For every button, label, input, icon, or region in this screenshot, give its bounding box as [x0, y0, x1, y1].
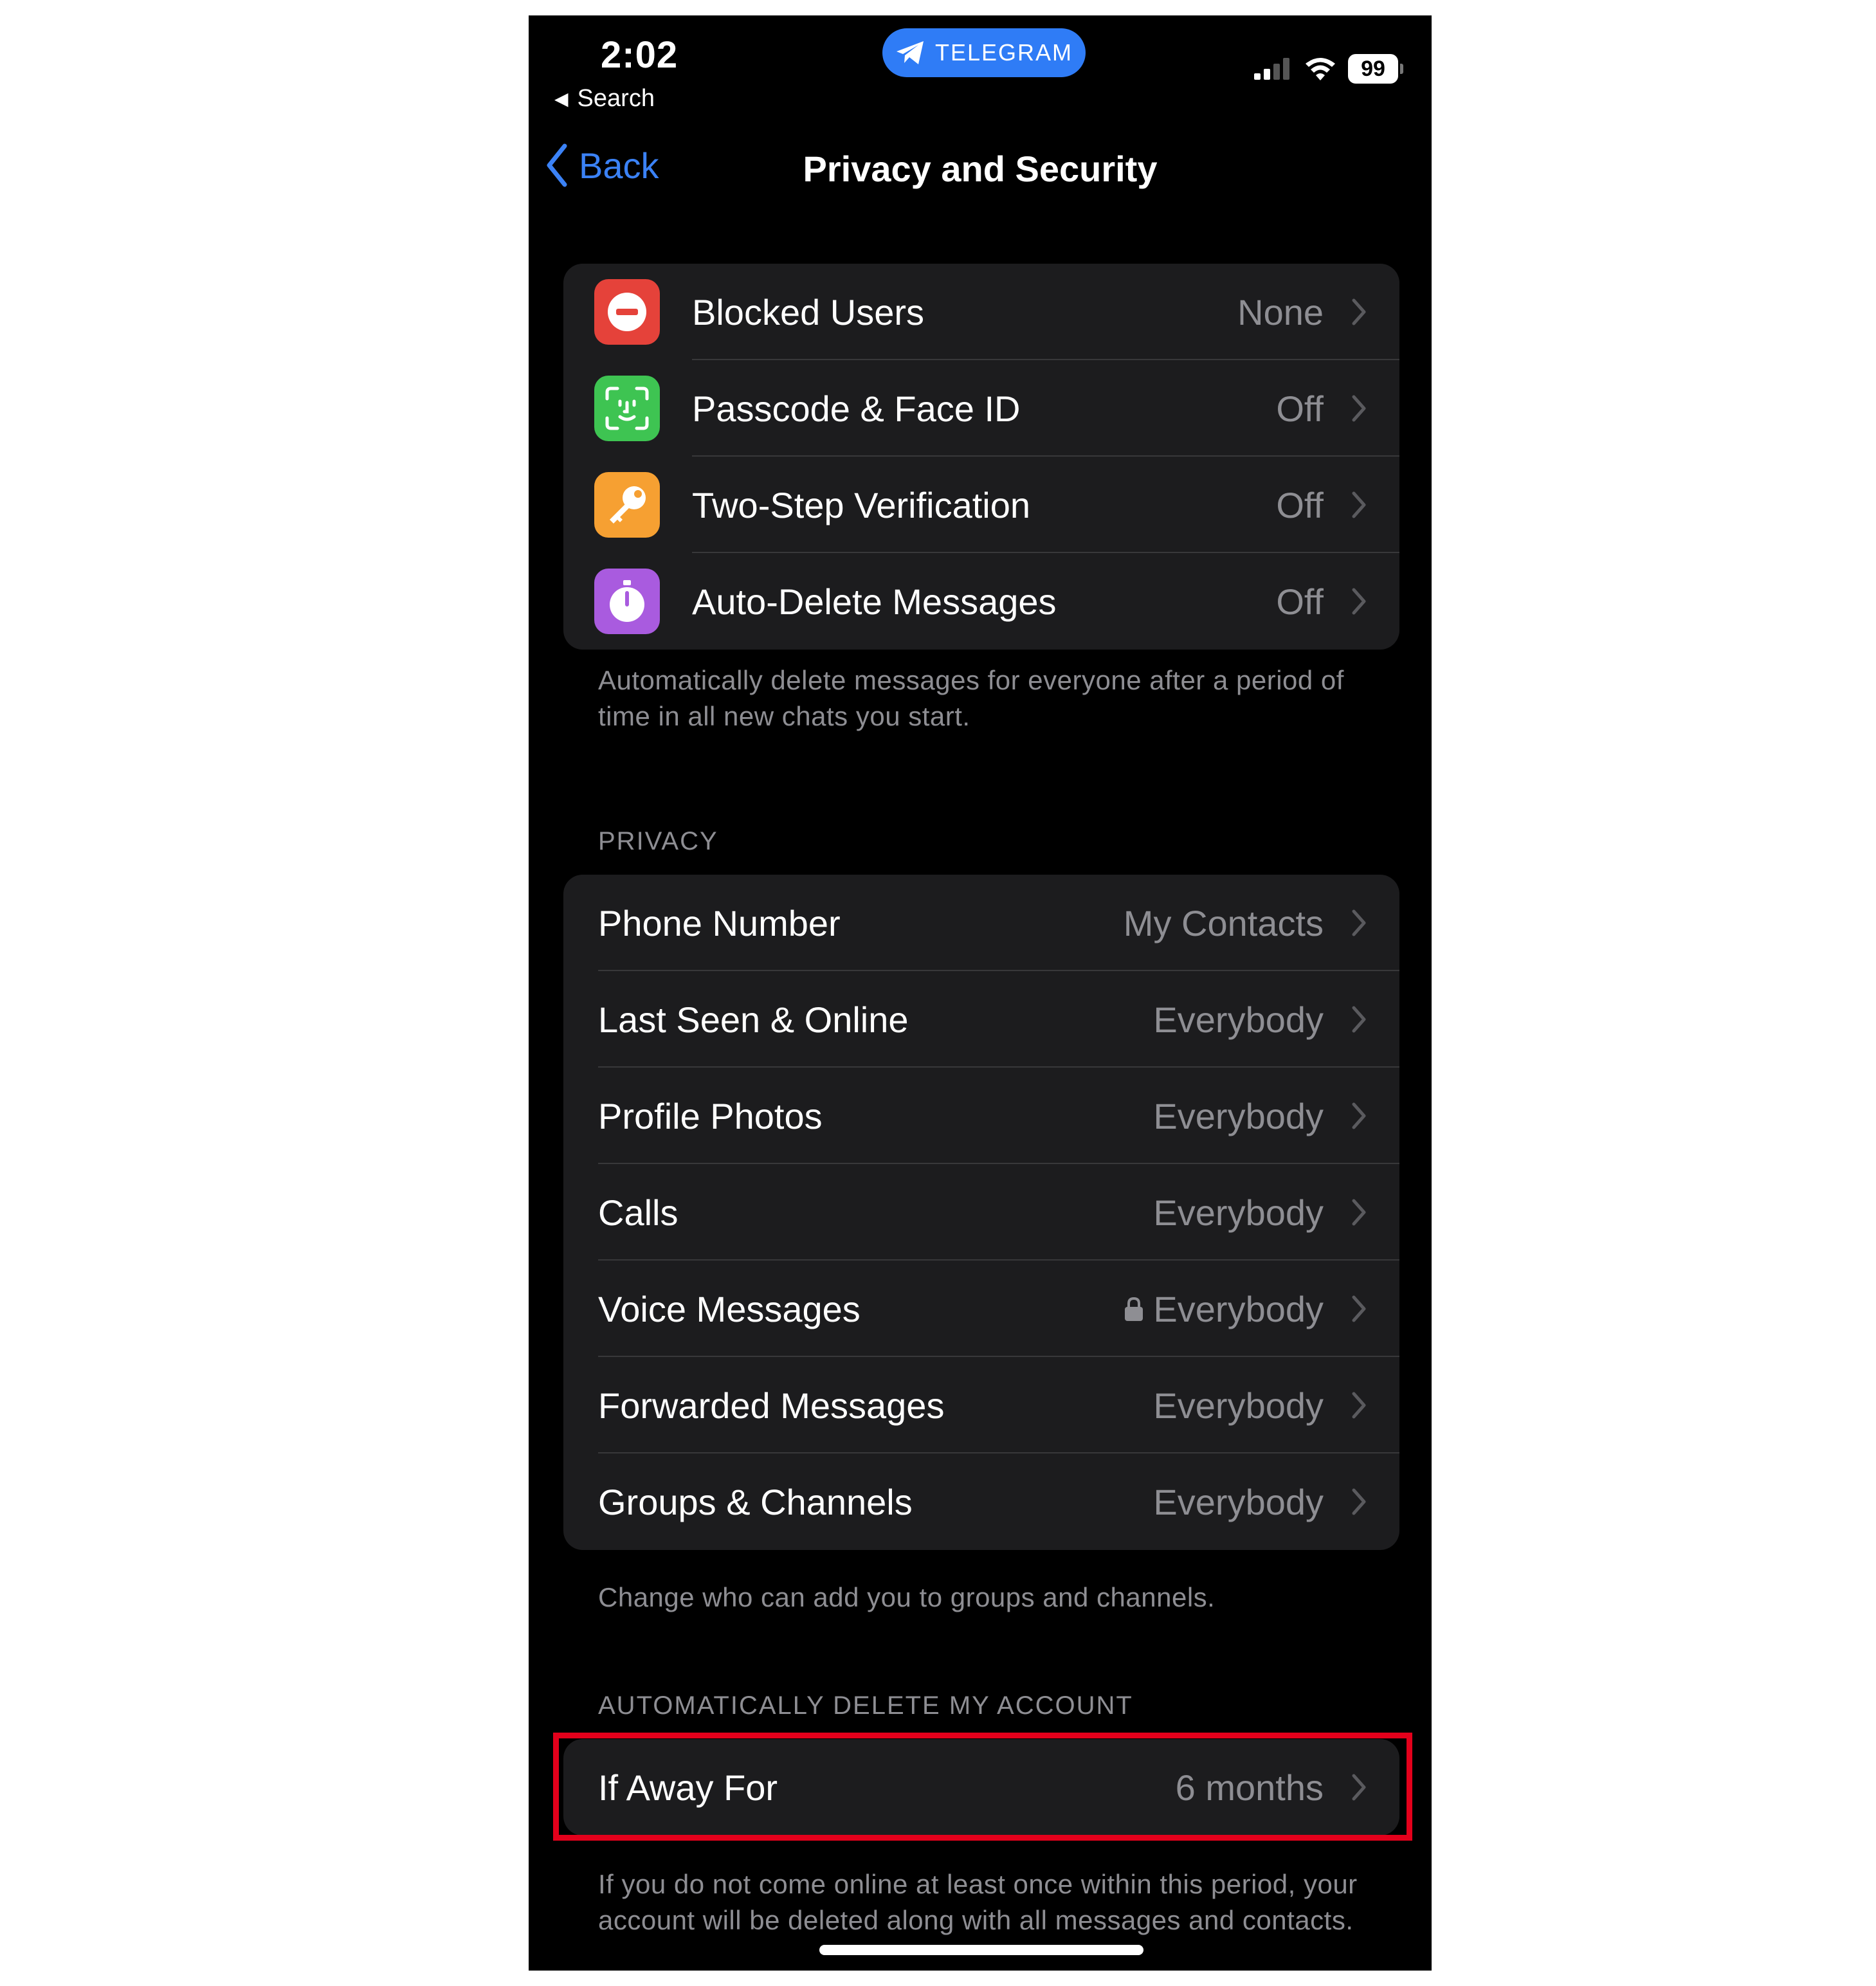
chevron-right-icon: [1352, 395, 1366, 422]
profile-photos-label: Profile Photos: [598, 1095, 823, 1136]
telegram-plane-icon: [896, 41, 924, 64]
battery-indicator: 99: [1348, 54, 1403, 84]
two-step-verification-value: Off: [1276, 484, 1324, 525]
calls-row[interactable]: Calls Everybody: [563, 1164, 1399, 1261]
chevron-right-icon: [1352, 1006, 1366, 1033]
last-seen-online-label: Last Seen & Online: [598, 999, 909, 1040]
telegram-pill-label: TELEGRAM: [934, 39, 1073, 66]
chevron-right-icon: [1352, 1199, 1366, 1226]
chevron-right-icon: [1352, 1488, 1366, 1515]
account-deletion-header: AUTOMATICALLY DELETE MY ACCOUNT: [598, 1691, 1133, 1720]
profile-photos-value: Everybody: [1153, 1095, 1324, 1136]
chevron-right-icon: [1352, 588, 1366, 615]
auto-delete-messages-label: Auto-Delete Messages: [692, 581, 1057, 622]
battery-level: 99: [1361, 56, 1385, 81]
phone-number-label: Phone Number: [598, 902, 841, 943]
phone-number-row[interactable]: Phone Number My Contacts: [563, 875, 1399, 971]
groups-channels-value: Everybody: [1153, 1481, 1324, 1522]
auto-delete-messages-value: Off: [1276, 581, 1324, 622]
passcode-face-id-row[interactable]: Passcode & Face ID Off: [563, 360, 1399, 457]
chevron-right-icon: [1352, 1102, 1366, 1129]
phone-screen: 2:02 ◀ Search TELEGRAM 99 Back Privacy a…: [529, 15, 1432, 1971]
telegram-pill[interactable]: TELEGRAM: [882, 28, 1086, 77]
status-icons: 99: [1254, 54, 1403, 84]
last-seen-online-value: Everybody: [1153, 999, 1324, 1040]
blocked-users-row[interactable]: Blocked Users None: [563, 264, 1399, 360]
forwarded-messages-row[interactable]: Forwarded Messages Everybody: [563, 1357, 1399, 1453]
auto-delete-messages-row[interactable]: Auto-Delete Messages Off: [563, 553, 1399, 650]
security-group: Blocked Users None Passcode & Face ID Of…: [563, 264, 1399, 650]
passcode-face-id-label: Passcode & Face ID: [692, 388, 1021, 429]
groups-channels-row[interactable]: Groups & Channels Everybody: [563, 1453, 1399, 1550]
two-step-verification-row[interactable]: Two-Step Verification Off: [563, 457, 1399, 553]
signal-icon: [1254, 58, 1289, 80]
chevron-right-icon: [1352, 1392, 1366, 1419]
forwarded-messages-value: Everybody: [1153, 1385, 1324, 1426]
lock-icon: [1125, 1297, 1143, 1321]
blocked-users-label: Blocked Users: [692, 291, 925, 333]
back-triangle-icon: ◀: [554, 89, 569, 109]
chevron-right-icon: [1352, 1295, 1366, 1322]
chevron-right-icon: [1352, 491, 1366, 518]
security-footer: Automatically delete messages for everyo…: [598, 665, 1344, 731]
account-deletion-footer: If you do not come online at least once …: [598, 1869, 1358, 1935]
blocked-icon: [594, 279, 660, 345]
privacy-header: PRIVACY: [598, 827, 718, 855]
voice-messages-label: Voice Messages: [598, 1288, 861, 1329]
phone-number-value: My Contacts: [1123, 902, 1324, 943]
two-step-verification-label: Two-Step Verification: [692, 484, 1031, 525]
forwarded-messages-label: Forwarded Messages: [598, 1385, 945, 1426]
key-icon: [594, 472, 660, 538]
voice-messages-value: Everybody: [1153, 1288, 1324, 1329]
highlight-box: [553, 1733, 1412, 1841]
timer-icon: [594, 569, 660, 634]
groups-channels-label: Groups & Channels: [598, 1481, 913, 1522]
last-seen-online-row[interactable]: Last Seen & Online Everybody: [563, 971, 1399, 1068]
page-title: Privacy and Security: [803, 149, 1158, 189]
calls-value: Everybody: [1153, 1192, 1324, 1233]
chevron-right-icon: [1352, 909, 1366, 936]
wifi-icon: [1306, 58, 1335, 80]
profile-photos-row[interactable]: Profile Photos Everybody: [563, 1068, 1399, 1164]
home-indicator[interactable]: [819, 1945, 1143, 1955]
blocked-users-value: None: [1237, 291, 1324, 333]
voice-messages-row[interactable]: Voice Messages Everybody: [563, 1261, 1399, 1357]
privacy-group: Phone Number My Contacts Last Seen & Onl…: [563, 875, 1399, 1550]
back-to-app-button[interactable]: ◀ Search: [554, 85, 655, 113]
passcode-face-id-value: Off: [1276, 388, 1324, 429]
chevron-right-icon: [1352, 298, 1366, 325]
face-id-icon: [594, 376, 660, 441]
back-to-app-label: Search: [577, 85, 655, 112]
calls-label: Calls: [598, 1192, 678, 1233]
voice-messages-value-wrap: Everybody: [1124, 1288, 1324, 1330]
status-time: 2:02: [601, 34, 678, 76]
privacy-footer: Change who can add you to groups and cha…: [598, 1582, 1216, 1612]
